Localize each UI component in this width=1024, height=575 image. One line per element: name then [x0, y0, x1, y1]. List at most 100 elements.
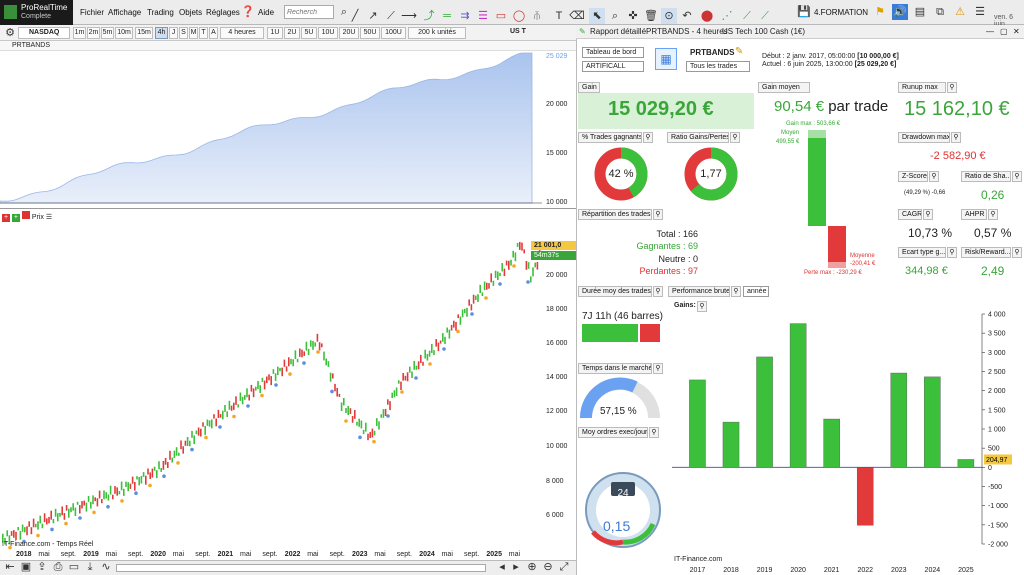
tf-10m[interactable]: 10m: [115, 27, 133, 39]
sharpe-pin-icon[interactable]: ⚲: [1012, 171, 1022, 182]
zscore-pin-icon[interactable]: ⚲: [929, 171, 939, 182]
eraser-tool-icon[interactable]: ⌫: [569, 8, 585, 24]
zoom-out-icon[interactable]: ⊖: [540, 559, 556, 575]
pane-icon[interactable]: ▭: [66, 559, 82, 575]
help-icon[interactable]: ❓: [240, 4, 256, 20]
tf-15m[interactable]: 15m: [135, 27, 153, 39]
arrow-tool-icon[interactable]: ↗: [365, 8, 381, 24]
brush-icon[interactable]: ⟋: [757, 8, 773, 24]
menu-objets[interactable]: Objets: [179, 8, 202, 17]
edit-icon[interactable]: ✎: [735, 46, 743, 57]
tf-s[interactable]: S: [179, 27, 188, 39]
tick-50u[interactable]: 50U: [360, 27, 380, 39]
chart-settings-icon[interactable]: ⚙: [2, 25, 18, 41]
tf-2m[interactable]: 2m: [87, 27, 100, 39]
strategy-icon[interactable]: ▦: [655, 48, 677, 70]
tf-a[interactable]: A: [209, 27, 218, 39]
tick-20u[interactable]: 20U: [339, 27, 359, 39]
text-tool-icon[interactable]: T: [551, 8, 567, 24]
trash-icon[interactable]: 🗑: [643, 8, 659, 24]
repartition-pin-icon[interactable]: ⚲: [653, 209, 663, 220]
print-icon[interactable]: ⎙: [50, 559, 66, 575]
price-color-icon[interactable]: [21, 211, 30, 219]
line-tool-icon[interactable]: ╱: [347, 8, 363, 24]
price-chart[interactable]: [0, 222, 576, 550]
export-icon[interactable]: ⤓: [82, 559, 98, 575]
equity-curve-chart[interactable]: [0, 51, 576, 208]
tick-5u[interactable]: 5U: [301, 27, 317, 39]
tf-j[interactable]: J: [169, 27, 178, 39]
menu-more-icon[interactable]: ☰: [972, 4, 988, 20]
horizontal-scrollbar[interactable]: [116, 564, 486, 572]
tf-1m[interactable]: 1m: [73, 27, 86, 39]
risk-pin-icon[interactable]: ⚲: [1012, 247, 1022, 258]
tick-2u[interactable]: 2U: [284, 27, 300, 39]
pct-pin-icon[interactable]: ⚲: [643, 132, 653, 143]
save-icon[interactable]: 💾: [796, 4, 812, 20]
signal-up-icon[interactable]: ⋰: [719, 8, 735, 24]
strategy-select[interactable]: ARTIFICALL: [582, 61, 644, 72]
dashboard-select[interactable]: Tableau de bord: [582, 47, 644, 58]
menu-aide[interactable]: Aide: [258, 8, 274, 17]
magnet-icon[interactable]: ⊙: [661, 8, 677, 24]
temps-pin-icon[interactable]: ⚲: [653, 363, 663, 374]
zoom-in-icon[interactable]: ⊕: [524, 559, 540, 575]
trades-filter-select[interactable]: Tous les trades: [686, 61, 750, 72]
minimize-icon[interactable]: —: [986, 25, 994, 38]
pitchfork-tool-icon[interactable]: ⫚: [529, 8, 545, 24]
cagr-pin-icon[interactable]: ⚲: [923, 209, 933, 220]
layout-icon[interactable]: ▤: [912, 4, 928, 20]
units-select[interactable]: 200 k unités: [408, 27, 466, 39]
ratio-pin-icon[interactable]: ⚲: [730, 132, 740, 143]
tf-m[interactable]: M: [189, 27, 198, 39]
close-icon[interactable]: ✕: [1013, 25, 1020, 38]
fib-tool-icon[interactable]: ☰: [475, 8, 491, 24]
period-select[interactable]: 4 heures: [220, 27, 264, 39]
ecart-pin-icon[interactable]: ⚲: [947, 247, 957, 258]
maximize-icon[interactable]: ▢: [1000, 25, 1008, 38]
menu-fichier[interactable]: Fichier: [80, 8, 104, 17]
symbol-selector[interactable]: NASDAQ: [18, 27, 70, 39]
ellipse-tool-icon[interactable]: ◯: [511, 8, 527, 24]
tick-10u[interactable]: 10U: [318, 27, 338, 39]
scroll-right-icon[interactable]: ▸: [508, 559, 524, 575]
trend-tool-icon[interactable]: ⤴: [421, 8, 437, 24]
indicator-icon[interactable]: ∿: [98, 559, 114, 575]
add-signal-icon[interactable]: +: [11, 214, 20, 222]
flag-icon[interactable]: ⚑: [872, 4, 888, 20]
perf-pin-icon[interactable]: ⚲: [731, 286, 741, 297]
segment-tool-icon[interactable]: ⟋: [383, 8, 399, 24]
window-icon[interactable]: ⧉: [932, 4, 948, 20]
cursor-tool-icon[interactable]: ⬉: [589, 8, 605, 24]
pane-divider[interactable]: [0, 208, 576, 209]
drawdown-pin-icon[interactable]: ⚲: [951, 132, 961, 143]
auto-scale-icon[interactable]: ⤢: [556, 559, 572, 575]
tf-4h[interactable]: 4h: [155, 27, 168, 39]
menu-trading[interactable]: Trading: [147, 8, 174, 17]
hline-tool-icon[interactable]: ═: [439, 8, 455, 24]
formation-menu[interactable]: 4.FORMATION: [814, 8, 868, 17]
marker-icon[interactable]: ⬤: [699, 8, 715, 24]
alert-icon[interactable]: ⚠: [952, 4, 968, 20]
tick-100u[interactable]: 100U: [381, 27, 406, 39]
sound-icon[interactable]: 🔊: [892, 4, 908, 20]
search-input[interactable]: [284, 5, 334, 19]
drawing-tools[interactable]: ╱ ↗ ⟋ ⟶ ⤴ ═ ⇉ ☰ ▭ ◯ ⫚ T ⌫ ⬉ ⌕ ✜ 🗑 ⊙ ↶ ⬤ …: [343, 4, 783, 24]
duree-pin-icon[interactable]: ⚲: [653, 286, 663, 297]
ahpr-pin-icon[interactable]: ⚲: [988, 209, 998, 220]
moy-pin-icon[interactable]: ⚲: [649, 427, 659, 438]
zoom-tool-icon[interactable]: ⌕: [607, 8, 623, 24]
perf-period-select[interactable]: année: [743, 286, 769, 297]
rect-tool-icon[interactable]: ▭: [493, 8, 509, 24]
runup-pin-icon[interactable]: ⚲: [947, 82, 957, 93]
ray-tool-icon[interactable]: ⟶: [401, 8, 417, 24]
tf-t[interactable]: T: [199, 27, 208, 39]
performance-chart[interactable]: 4 000 3 500 3 000 2 500 2 000 1 500 1 000 500 0 -…: [672, 300, 1024, 575]
screenshot-icon[interactable]: ▣: [18, 559, 34, 575]
tf-5m[interactable]: 5m: [101, 27, 114, 39]
scroll-start-icon[interactable]: ⇤: [2, 559, 18, 575]
pen-icon[interactable]: ⟋: [739, 8, 755, 24]
share-icon[interactable]: ⇪: [34, 559, 50, 575]
channel-tool-icon[interactable]: ⇉: [457, 8, 473, 24]
add-indicator-icon[interactable]: +: [2, 214, 10, 222]
